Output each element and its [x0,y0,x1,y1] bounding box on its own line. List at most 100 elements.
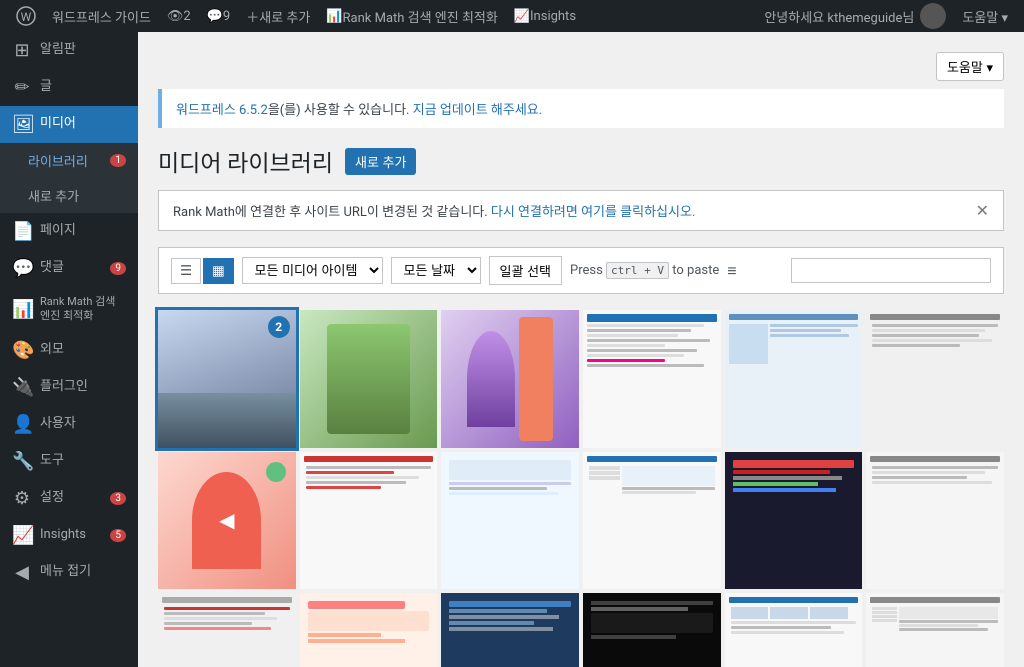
visit-count-item[interactable]: 👁 2 [159,0,199,32]
comment-count-item[interactable]: 💬 9 [199,0,239,32]
help-label: 도움말 ▾ [962,7,1008,26]
rankmath-sidebar-icon: 📊 [12,299,32,320]
media-type-filter[interactable]: 모든 미디어 아이템 [242,257,383,284]
page-title: 미디어 라이브러리 [158,144,333,178]
list-view-button[interactable]: ☰ [171,258,201,284]
view-toggle: ☰ ▦ [171,258,234,284]
press-label: Press [570,263,603,278]
insights-adminbar-item[interactable]: 📈 Insights [506,0,584,32]
sidebar-item-settings[interactable]: ⚙ 설정 3 [0,480,138,517]
submenu-add-new[interactable]: 새로 추가 [0,178,138,213]
sidebar-label-posts: 글 [40,79,52,96]
library-badge: 1 [110,154,126,167]
site-name-item[interactable]: 워드프레스 가이드 [44,0,159,32]
sidebar-label-pages: 페이지 [40,223,76,240]
media-item[interactable] [583,310,721,448]
adminbar-right: 안녕하세요 kthemeguide님 도움말 ▾ [756,0,1016,32]
admin-bar: W 워드프레스 가이드 👁 2 💬 9 ＋ 새로 추가 📊 Rank Math … [0,0,1024,32]
filter-icon[interactable]: ≡ [727,261,736,281]
comment-count: 9 [223,9,230,24]
sidebar-item-dashboard[interactable]: ⊞ 알림판 [0,32,138,69]
sidebar-item-appearance[interactable]: 🎨 외모 [0,332,138,369]
rankmath-adminbar-item[interactable]: 📊 Rank Math 검색 엔진 최적화 [318,0,506,32]
media-item[interactable] [583,452,721,590]
sidebar-label-media: 미디어 [40,116,76,133]
sidebar-label-comments: 댓글 [40,260,64,277]
sidebar-label-dashboard: 알림판 [40,42,76,59]
select-all-button[interactable]: 일괄 선택 [489,256,562,285]
sidebar-label-tools: 도구 [40,453,64,470]
user-greeting[interactable]: 안녕하세요 kthemeguide님 [756,0,954,32]
sidebar-item-comments[interactable]: 💬 댓글 9 [0,250,138,287]
sidebar-label-collapse: 메뉴 접기 [40,564,91,581]
media-submenu: 라이브러리 1 새로 추가 [0,143,138,213]
insights-sidebar-icon: 📈 [12,525,32,546]
media-item[interactable] [441,452,579,590]
sidebar-item-posts[interactable]: ✏ 글 [0,69,138,106]
sidebar-item-rankmath[interactable]: 📊 Rank Math 검색 엔진 최적화 [0,287,138,332]
users-icon: 👤 [12,414,32,435]
help-button[interactable]: 도움말 ▾ [954,0,1016,32]
media-item[interactable] [300,452,438,590]
paste-hint: Press ctrl + V to paste [570,263,719,278]
sidebar-item-plugins[interactable]: 🔌 플러그인 [0,369,138,406]
media-item[interactable] [725,593,863,667]
add-new-submenu-label: 새로 추가 [28,186,79,205]
media-item[interactable]: 2 [158,310,296,448]
media-item[interactable] [300,593,438,667]
sidebar-item-pages[interactable]: 📄 페이지 [0,213,138,250]
pages-icon: 📄 [12,221,32,242]
media-item[interactable] [300,310,438,448]
posts-icon: ✏ [12,77,32,98]
sidebar-item-tools[interactable]: 🔧 도구 [0,443,138,480]
user-greeting-text: 안녕하세요 kthemeguide님 [764,7,914,26]
update-now-link[interactable]: 지금 업데이트 해주세요. [413,103,542,118]
sidebar-item-insights[interactable]: 📈 Insights 5 [0,517,138,554]
new-content-item[interactable]: ＋ 새로 추가 [238,0,318,32]
site-name-label: 워드프레스 가이드 [52,7,151,26]
media-toolbar: ☰ ▦ 모든 미디어 아이템 모든 날짜 일괄 선택 Press ctrl + … [158,247,1004,294]
sidebar-item-media[interactable]: 🖼 미디어 [0,106,138,143]
tools-icon: 🔧 [12,451,32,472]
media-item[interactable] [866,593,1004,667]
visit-count: 2 [183,9,190,24]
grid-view-button[interactable]: ▦ [203,258,234,284]
media-item[interactable] [158,593,296,667]
sidebar-label-rankmath: Rank Math 검색 엔진 최적화 [40,295,126,324]
sidebar-label-plugins: 플러그인 [40,379,88,396]
selection-badge: 2 [268,316,290,338]
media-item[interactable] [725,310,863,448]
update-notice: 워드프레스 6.5.2을(를) 사용할 수 있습니다. 지금 업데이트 해주세요… [158,89,1004,128]
insights-label: Insights [530,9,576,24]
rankmath-notice-text: Rank Math에 연결한 후 사이트 URL이 변경된 것 같습니다. 다시… [173,201,695,220]
sidebar-item-users[interactable]: 👤 사용자 [0,406,138,443]
sidebar-collapse-button[interactable]: ◀ 메뉴 접기 [0,554,138,591]
media-date-filter[interactable]: 모든 날짜 [391,257,481,284]
add-new-button[interactable]: 새로 추가 [345,148,416,175]
media-item[interactable] [441,310,579,448]
wp-logo-item[interactable]: W [8,0,44,32]
rankmath-reconnect-link[interactable]: 다시 연결하려면 여기를 클릭하십시오. [491,205,695,220]
submenu-library[interactable]: 라이브러리 1 [0,143,138,178]
media-item[interactable] [583,593,721,667]
rankmath-icon: 📊 [326,9,342,24]
media-item[interactable] [441,593,579,667]
media-item[interactable]: ◀ [158,452,296,590]
media-item[interactable] [866,452,1004,590]
wp-version-link[interactable]: 워드프레스 6.5.2 [176,103,268,118]
sidebar-label-settings: 설정 [40,490,64,507]
comment-icon: 💬 [207,9,223,24]
media-icon: 🖼 [12,114,32,135]
help-button[interactable]: 도움말 ▾ [936,52,1004,81]
plus-icon: ＋ [246,7,259,26]
new-label: 새로 추가 [259,7,310,26]
paste-keys: ctrl + V [606,262,669,279]
media-search-input[interactable] [791,258,991,283]
media-item[interactable] [866,310,1004,448]
media-item[interactable] [725,452,863,590]
help-bar: 도움말 ▾ [158,52,1004,81]
settings-icon: ⚙ [12,488,32,509]
rankmath-notice-close[interactable]: ✕ [976,201,989,220]
plugins-icon: 🔌 [12,377,32,398]
insights-icon: 📈 [514,9,530,24]
